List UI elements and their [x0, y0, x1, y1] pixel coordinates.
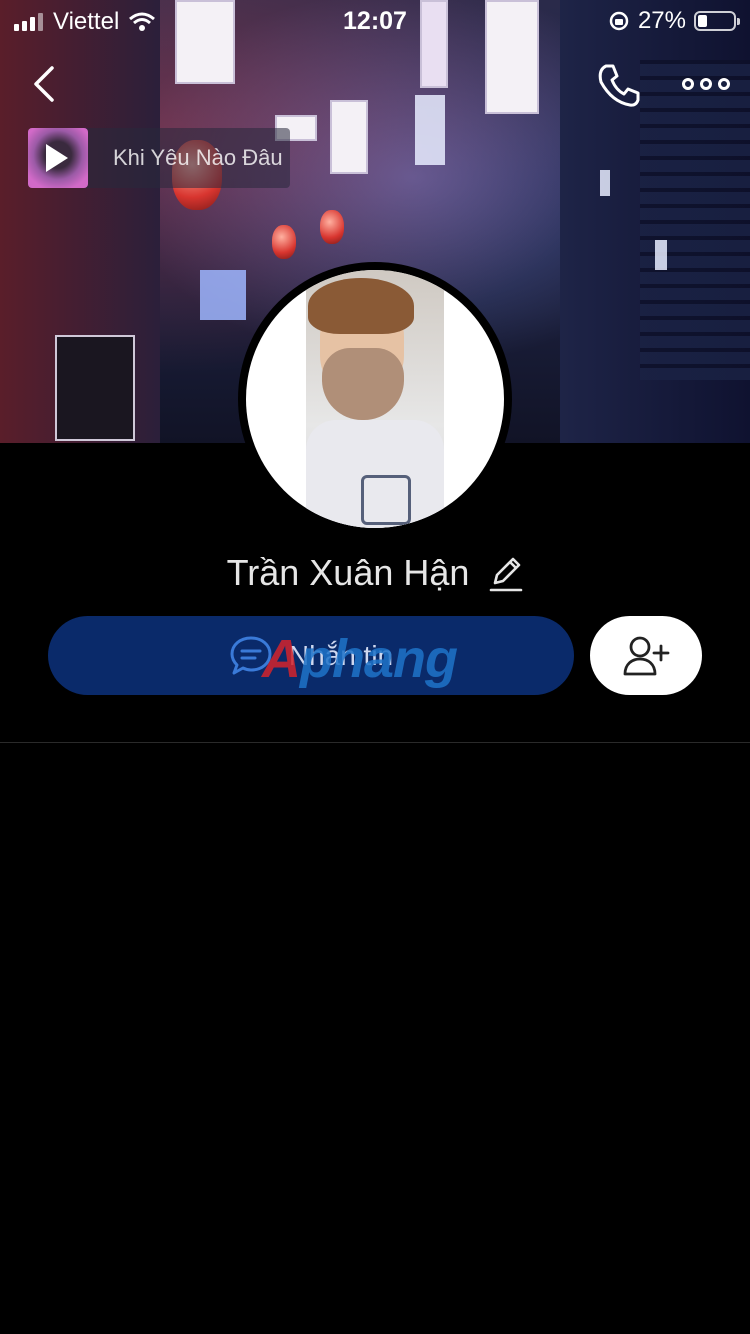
phone-icon	[598, 64, 640, 107]
call-button[interactable]	[596, 62, 642, 108]
more-dots-icon	[682, 78, 694, 90]
battery-icon	[694, 11, 740, 31]
add-friend-button[interactable]	[590, 616, 702, 695]
add-friend-icon	[623, 636, 670, 675]
more-options-button[interactable]	[682, 70, 732, 98]
profile-music-player[interactable]: Khi Yêu Nào Đâu	[28, 128, 290, 188]
song-thumbnail	[28, 128, 88, 188]
orientation-lock-icon	[609, 11, 629, 31]
edit-pencil-icon[interactable]	[487, 553, 523, 593]
avatar[interactable]	[238, 262, 512, 536]
avatar-photo	[246, 270, 504, 528]
profile-screen: Viettel 12:07 27% Khi Yêu Nào Đâu Trần X…	[0, 0, 750, 1334]
chevron-left-icon	[34, 66, 54, 102]
profile-name: Trần Xuân Hận	[226, 552, 470, 593]
song-title: Khi Yêu Nào Đâu	[113, 145, 283, 170]
back-button[interactable]	[28, 62, 68, 106]
battery-percent: 27%	[637, 7, 686, 34]
play-icon[interactable]	[46, 144, 68, 172]
watermark-logo: Aphang	[262, 629, 458, 689]
status-bar: Viettel 12:07 27%	[0, 0, 750, 40]
divider	[0, 742, 750, 743]
profile-name-row: Trần Xuân Hận	[0, 552, 750, 594]
